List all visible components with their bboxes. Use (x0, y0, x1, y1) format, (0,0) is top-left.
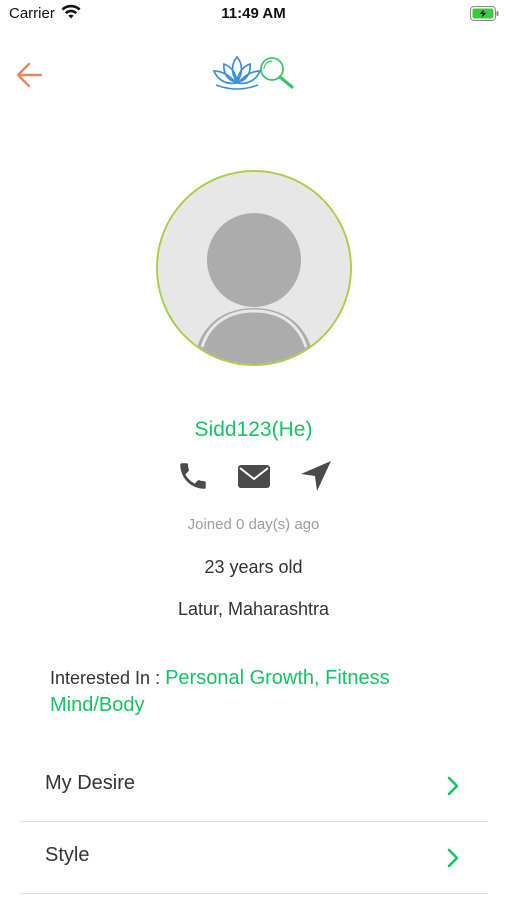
chevron-right-icon (446, 775, 460, 802)
lotus-logo-icon (212, 55, 294, 90)
interests-label: Interested In : (50, 668, 166, 688)
chevron-right-icon (446, 847, 460, 874)
age-text: 23 years old (204, 557, 303, 577)
back-button[interactable] (14, 60, 46, 90)
profile-screen: Carrier 11:49 AM Sidd123(He) Joined 0 da… (0, 0, 507, 900)
contact-actions (0, 456, 507, 496)
default-user-icon (158, 172, 350, 364)
location-arrow-icon (301, 461, 331, 491)
app-logo (212, 52, 298, 92)
menu-row-style[interactable]: Style (20, 822, 488, 894)
mail-icon (238, 465, 270, 488)
menu-row-label: My Desire (45, 772, 136, 794)
location-text: Latur, Maharashtra (177, 599, 330, 619)
status-bar: Carrier 11:49 AM (0, 0, 507, 28)
status-time: 11:49 AM (221, 5, 286, 22)
location-button[interactable] (296, 456, 336, 496)
back-arrow-icon (16, 62, 43, 88)
call-button[interactable] (173, 456, 213, 496)
interests-block: Interested In : Personal Growth, Fitness… (50, 665, 450, 719)
menu-row-label: Style (45, 844, 90, 866)
joined-text: Joined 0 day(s) ago (187, 516, 320, 533)
battery-charging-icon (470, 6, 500, 26)
profile-avatar[interactable] (156, 170, 352, 366)
menu-row-my-desire[interactable]: My Desire (20, 750, 488, 822)
phone-icon (180, 463, 206, 489)
profile-username: Sidd123(He) (194, 418, 313, 441)
email-button[interactable] (234, 456, 274, 496)
